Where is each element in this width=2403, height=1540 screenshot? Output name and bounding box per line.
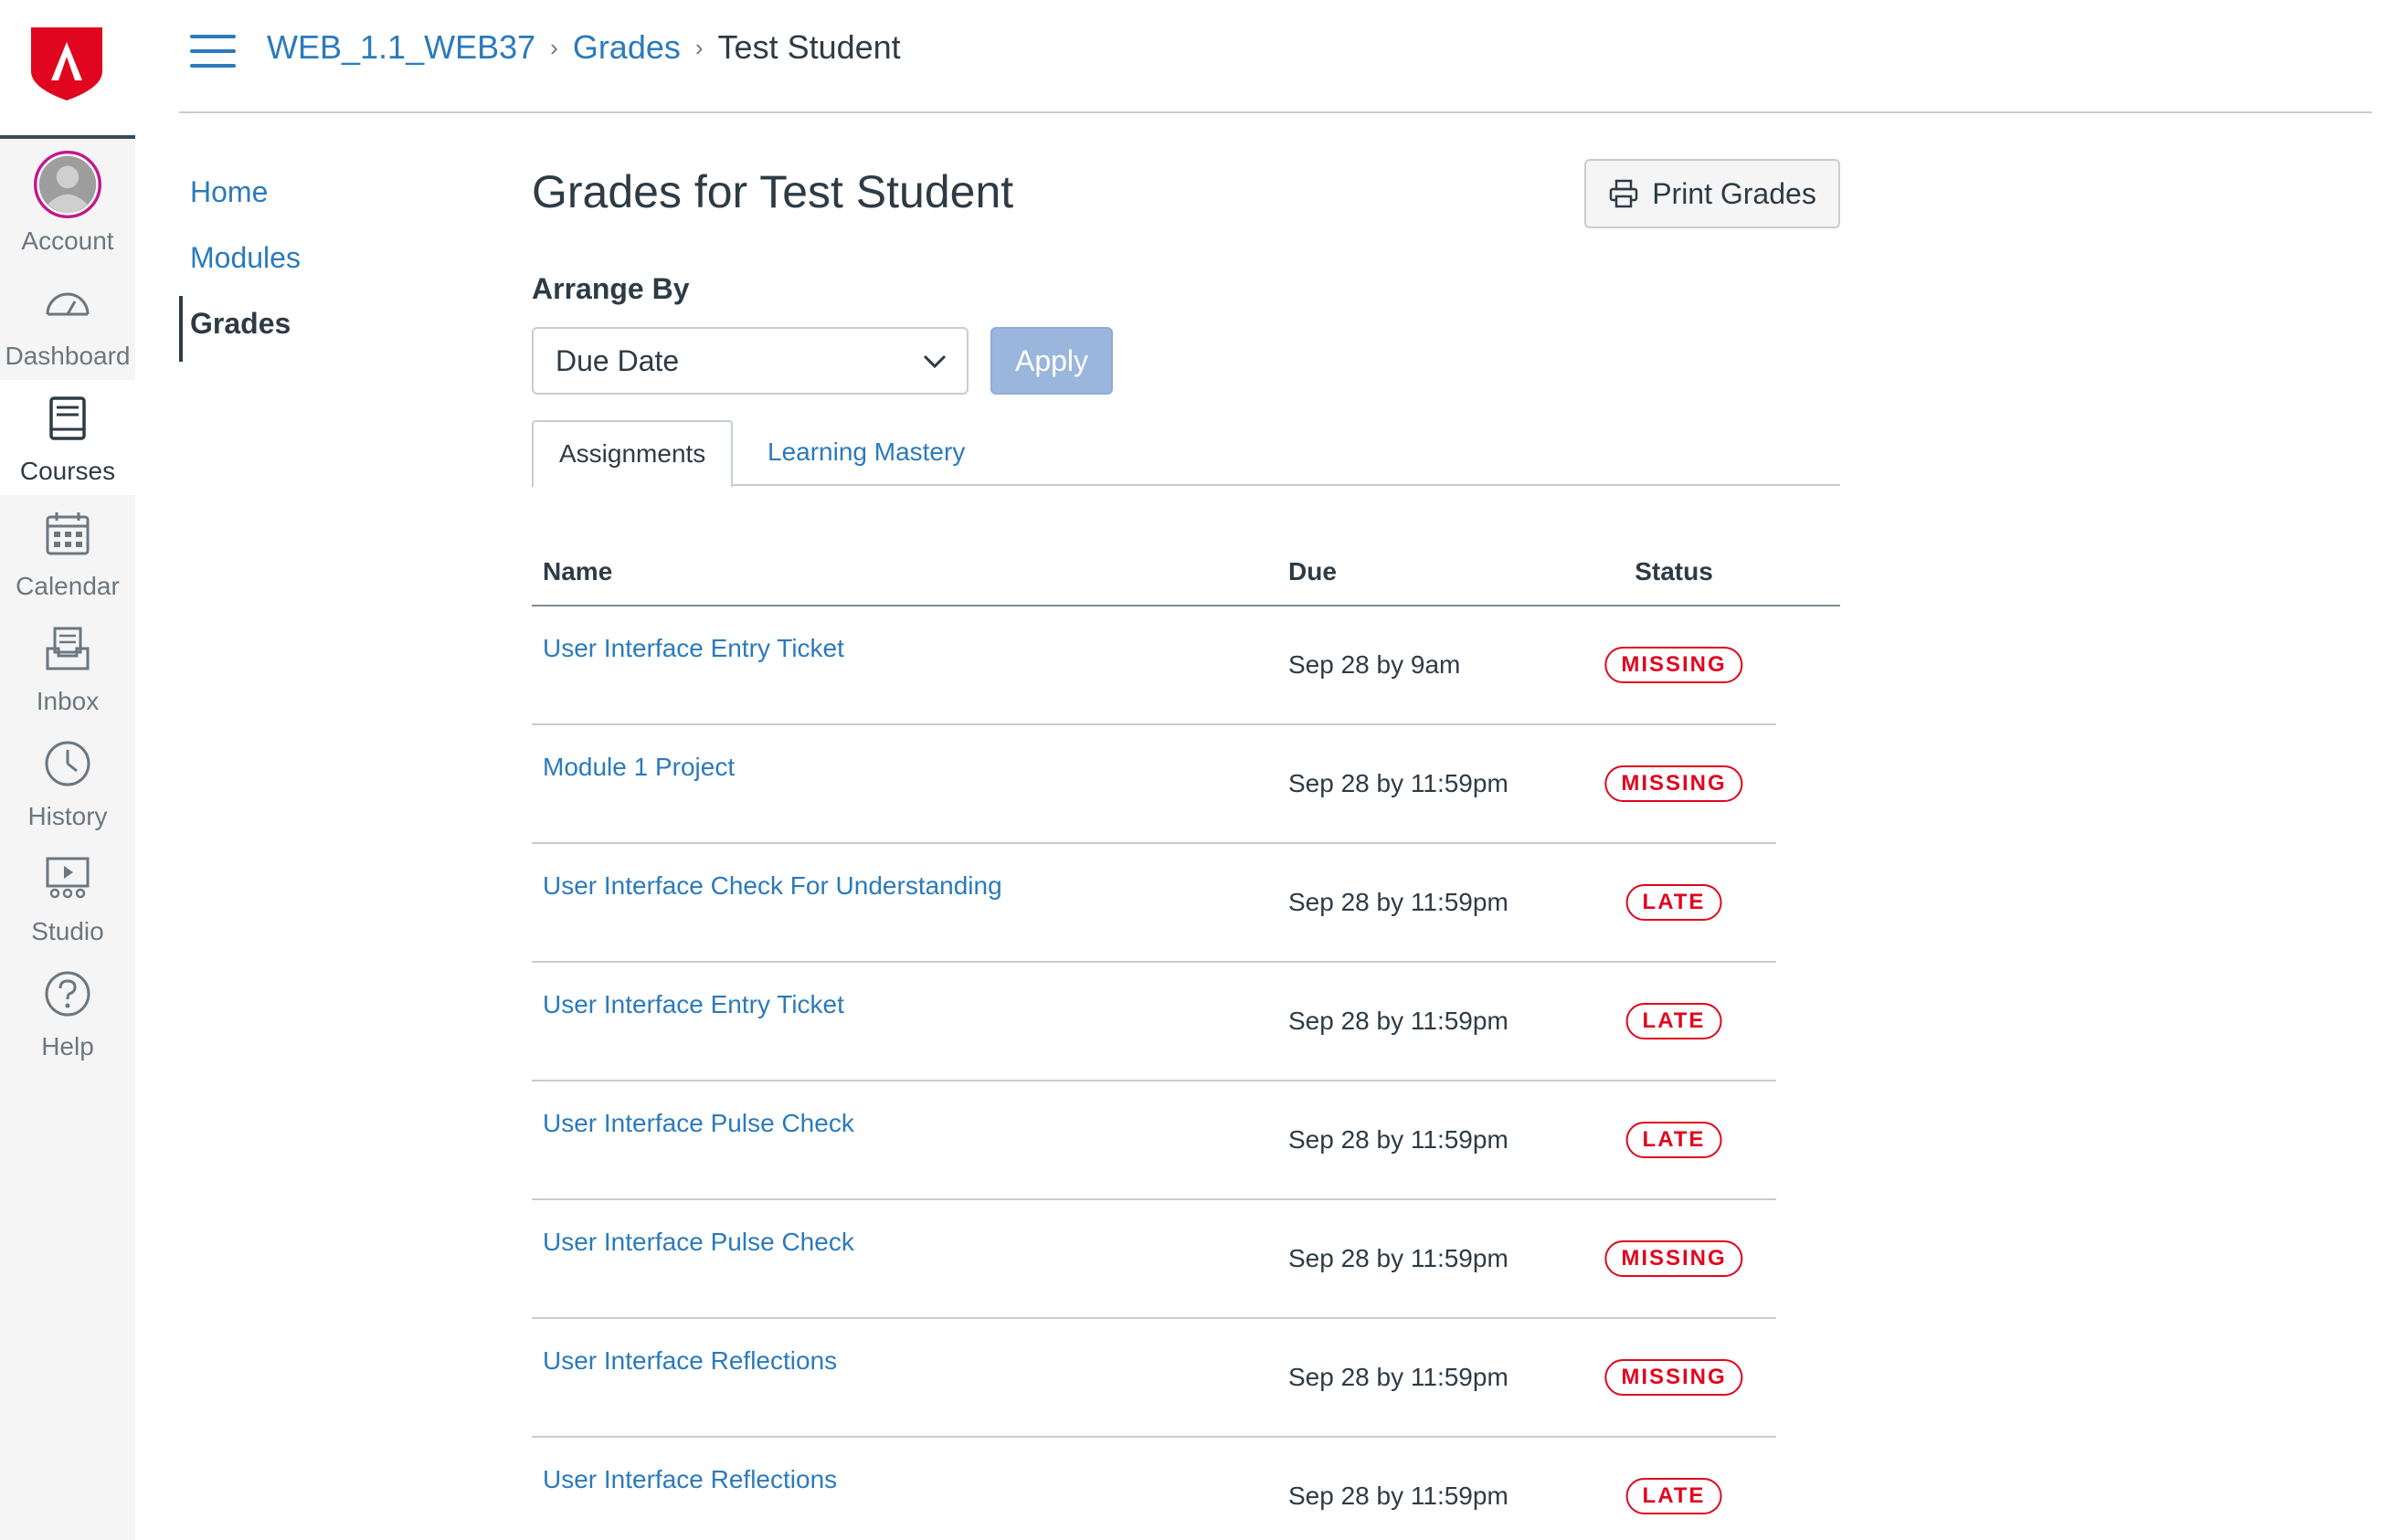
- table-row: Module 1 Project Sep 28 by 11:59pm MISSI…: [532, 725, 1776, 844]
- shield-logo-icon: [31, 27, 102, 100]
- dashboard-icon: [46, 292, 90, 316]
- avatar-icon: [34, 151, 101, 218]
- due-date: Sep 28 by 11:59pm: [1288, 1482, 1508, 1510]
- breadcrumb-course[interactable]: WEB_1.1_WEB37: [267, 27, 535, 68]
- table-row: User Interface Entry Ticket Sep 28 by 9a…: [532, 607, 1776, 725]
- assignment-link[interactable]: User Interface Check For Understanding: [543, 871, 1002, 901]
- arrange-by-label: Arrange By: [532, 272, 690, 305]
- assignment-link[interactable]: Module 1 Project: [543, 753, 735, 782]
- chevron-down-icon: [923, 354, 947, 369]
- column-header-name: Name: [543, 557, 613, 585]
- status-badge: LATE: [1625, 884, 1722, 921]
- due-date: Sep 28 by 11:59pm: [1288, 1007, 1508, 1035]
- nav-account[interactable]: Account: [0, 142, 135, 258]
- status-badge: MISSING: [1604, 647, 1743, 683]
- hamburger-icon: [190, 35, 236, 38]
- course-nav: Home Modules Grades: [179, 164, 453, 362]
- grades-table: Name Due Status User Interface Entry Tic…: [532, 544, 1840, 1540]
- breadcrumb-current: Test Student: [717, 28, 901, 66]
- table-row: User Interface Reflections Sep 28 by 11:…: [532, 1438, 1776, 1540]
- print-grades-label: Print Grades: [1652, 176, 1816, 210]
- nav-label-help: Help: [41, 1032, 94, 1060]
- assignment-link[interactable]: User Interface Reflections: [543, 1346, 837, 1376]
- table-row: User Interface Pulse Check Sep 28 by 11:…: [532, 1200, 1776, 1319]
- table-row: User Interface Pulse Check Sep 28 by 11:…: [532, 1081, 1776, 1200]
- status-badge: LATE: [1625, 1122, 1722, 1158]
- due-date: Sep 28 by 11:59pm: [1288, 1125, 1508, 1154]
- apply-button[interactable]: Apply: [990, 327, 1113, 395]
- due-date: Sep 28 by 11:59pm: [1288, 1244, 1508, 1272]
- print-grades-button[interactable]: Print Grades: [1584, 159, 1840, 228]
- assignment-link[interactable]: User Interface Entry Ticket: [543, 990, 844, 1019]
- page-title: Grades for Test Student: [532, 166, 1014, 217]
- due-date: Sep 28 by 11:59pm: [1288, 1363, 1508, 1391]
- institution-logo[interactable]: [0, 0, 135, 139]
- course-nav-grades[interactable]: Grades: [179, 296, 453, 362]
- breadcrumb: WEB_1.1_WEB37 › Grades › Test Student: [267, 27, 901, 68]
- nav-courses[interactable]: Courses: [0, 380, 135, 495]
- table-row: User Interface Check For Understanding S…: [532, 844, 1776, 963]
- table-row: User Interface Reflections Sep 28 by 11:…: [532, 1319, 1776, 1438]
- nav-label-dashboard: Dashboard: [5, 342, 131, 370]
- breadcrumb-grades[interactable]: Grades: [573, 27, 681, 68]
- courses-icon: [49, 396, 86, 440]
- hamburger-icon-line: [190, 64, 236, 68]
- page-header: WEB_1.1_WEB37 › Grades › Test Student: [179, 0, 2372, 113]
- assignment-link[interactable]: User Interface Reflections: [543, 1465, 837, 1494]
- hamburger-icon-line: [190, 49, 236, 53]
- inbox-icon: [46, 627, 90, 670]
- due-date: Sep 28 by 11:59pm: [1288, 888, 1508, 916]
- tab-assignments[interactable]: Assignments: [532, 420, 734, 488]
- course-nav-modules[interactable]: Modules: [179, 230, 453, 296]
- chevron-right-icon: ›: [694, 34, 704, 61]
- global-nav: Account Dashboard Courses Calendar Inbox…: [0, 0, 135, 1540]
- nav-label-courses: Courses: [19, 457, 116, 485]
- nav-label-account: Account: [21, 227, 114, 255]
- table-header: Name Due Status: [532, 544, 1840, 607]
- nav-help[interactable]: Help: [0, 955, 135, 1071]
- menu-toggle-button[interactable]: [190, 35, 238, 69]
- calendar-icon: [46, 512, 90, 555]
- table-row: User Interface Entry Ticket Sep 28 by 11…: [532, 963, 1776, 1081]
- arrange-by-value: Due Date: [556, 344, 680, 377]
- nav-inbox[interactable]: Inbox: [0, 610, 135, 725]
- column-header-status: Status: [1635, 557, 1713, 585]
- assignment-link[interactable]: User Interface Pulse Check: [543, 1228, 854, 1257]
- status-badge: LATE: [1625, 1003, 1722, 1039]
- printer-icon: [1609, 179, 1638, 208]
- nav-label-studio: Studio: [31, 917, 104, 945]
- status-badge: MISSING: [1604, 1359, 1743, 1396]
- nav-studio[interactable]: Studio: [0, 840, 135, 955]
- assignment-link[interactable]: User Interface Entry Ticket: [543, 634, 844, 663]
- tab-learning-mastery[interactable]: Learning Mastery: [742, 420, 990, 486]
- grade-tabs: Assignments Learning Mastery: [532, 420, 1840, 488]
- nav-label-history: History: [27, 802, 108, 830]
- due-date: Sep 28 by 9am: [1288, 650, 1461, 679]
- course-nav-home[interactable]: Home: [179, 164, 453, 230]
- nav-calendar[interactable]: Calendar: [0, 495, 135, 610]
- history-icon: [45, 741, 90, 786]
- arrange-by-select[interactable]: Due Date: [532, 327, 969, 395]
- status-badge: LATE: [1625, 1478, 1722, 1514]
- column-header-due: Due: [1288, 557, 1337, 585]
- nav-label-calendar: Calendar: [16, 572, 120, 600]
- status-badge: MISSING: [1604, 1240, 1743, 1277]
- nav-history[interactable]: History: [0, 725, 135, 840]
- due-date: Sep 28 by 11:59pm: [1288, 769, 1508, 797]
- assignment-link[interactable]: User Interface Pulse Check: [543, 1109, 854, 1138]
- nav-dashboard[interactable]: Dashboard: [0, 265, 135, 380]
- studio-icon: [46, 857, 90, 899]
- help-icon: [45, 971, 90, 1017]
- nav-label-inbox: Inbox: [36, 687, 100, 715]
- status-badge: MISSING: [1604, 765, 1743, 802]
- chevron-right-icon: ›: [550, 34, 558, 61]
